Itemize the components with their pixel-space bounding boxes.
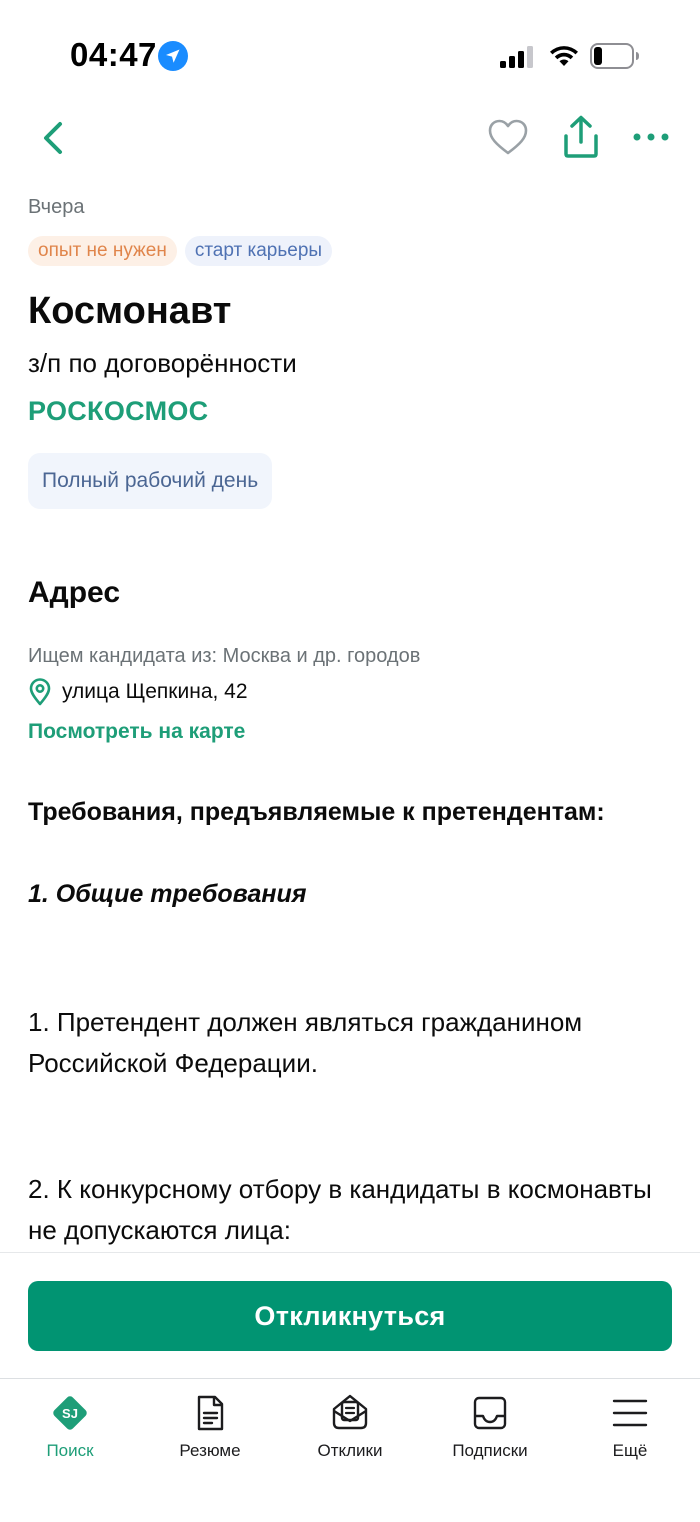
apply-button[interactable]: Откликнуться bbox=[28, 1281, 672, 1351]
vacancy-screen: 04:47 Вчера опыт не нужен старт карьеры … bbox=[0, 0, 700, 1522]
sj-logo-icon: SJ bbox=[53, 1396, 87, 1430]
menu-icon bbox=[612, 1399, 648, 1427]
tab-resume[interactable]: Резюме bbox=[140, 1379, 280, 1479]
location-pin-icon bbox=[29, 678, 51, 706]
view-on-map-link[interactable]: Посмотреть на карте bbox=[28, 720, 245, 744]
tab-search[interactable]: SJ Поиск bbox=[0, 1379, 140, 1479]
nav-bar bbox=[0, 110, 700, 166]
schedule-chip: Полный рабочий день bbox=[28, 453, 273, 509]
requirements-subheading: 1. Общие требования bbox=[28, 880, 307, 908]
wifi-icon bbox=[550, 46, 578, 66]
tab-label: Ещё bbox=[612, 1441, 648, 1460]
cellular-signal-icon bbox=[500, 46, 533, 68]
candidate-location: Ищем кандидата из: Москва и др. городов bbox=[28, 645, 421, 667]
battery-icon bbox=[590, 43, 639, 69]
status-time: 04:47 bbox=[70, 36, 157, 73]
more-options-icon[interactable] bbox=[630, 124, 672, 150]
job-title: Космонавт bbox=[28, 290, 232, 332]
tab-subscriptions[interactable]: Подписки bbox=[420, 1379, 560, 1479]
requirements-heading: Требования, предъявляемые к претендентам… bbox=[28, 798, 605, 826]
back-arrow-icon[interactable] bbox=[36, 116, 72, 160]
vacancy-tags: опыт не нужен старт карьеры bbox=[28, 236, 333, 266]
tab-label: Поиск bbox=[46, 1441, 94, 1460]
tab-label: Отклики bbox=[317, 1441, 383, 1460]
street-address: улица Щепкина, 42 bbox=[62, 680, 248, 703]
address-heading: Адрес bbox=[28, 576, 121, 609]
share-icon[interactable] bbox=[560, 114, 602, 160]
tab-more[interactable]: Ещё bbox=[560, 1379, 700, 1479]
responses-icon bbox=[332, 1394, 368, 1430]
posted-date: Вчера bbox=[28, 196, 85, 218]
salary: з/п по договорённости bbox=[28, 348, 297, 378]
tab-responses[interactable]: Отклики bbox=[280, 1379, 420, 1479]
inbox-icon bbox=[473, 1396, 507, 1430]
company-link[interactable]: РОСКОСМОС bbox=[28, 396, 208, 427]
tab-bar: SJ Поиск Резюме Отклики Подписки Ещё bbox=[0, 1378, 700, 1522]
tag-no-experience: опыт не нужен bbox=[28, 236, 177, 266]
requirement-paragraph: 2. К конкурсному отбору в кандидаты в ко… bbox=[28, 1174, 652, 1245]
tag-career-start: старт карьеры bbox=[184, 236, 333, 266]
tab-label: Подписки bbox=[452, 1441, 528, 1460]
address-row: улица Щепкина, 42 bbox=[28, 676, 248, 708]
tab-label: Резюме bbox=[179, 1441, 241, 1460]
resume-icon bbox=[197, 1395, 224, 1431]
location-arrow-icon bbox=[158, 41, 188, 71]
favorite-heart-icon[interactable] bbox=[486, 116, 530, 160]
svg-text:SJ: SJ bbox=[62, 1406, 78, 1421]
status-bar: 04:47 bbox=[0, 0, 700, 110]
requirement-paragraph: 1. Претендент должен являться гражданино… bbox=[28, 1007, 583, 1078]
action-area: Откликнуться bbox=[0, 1252, 700, 1378]
